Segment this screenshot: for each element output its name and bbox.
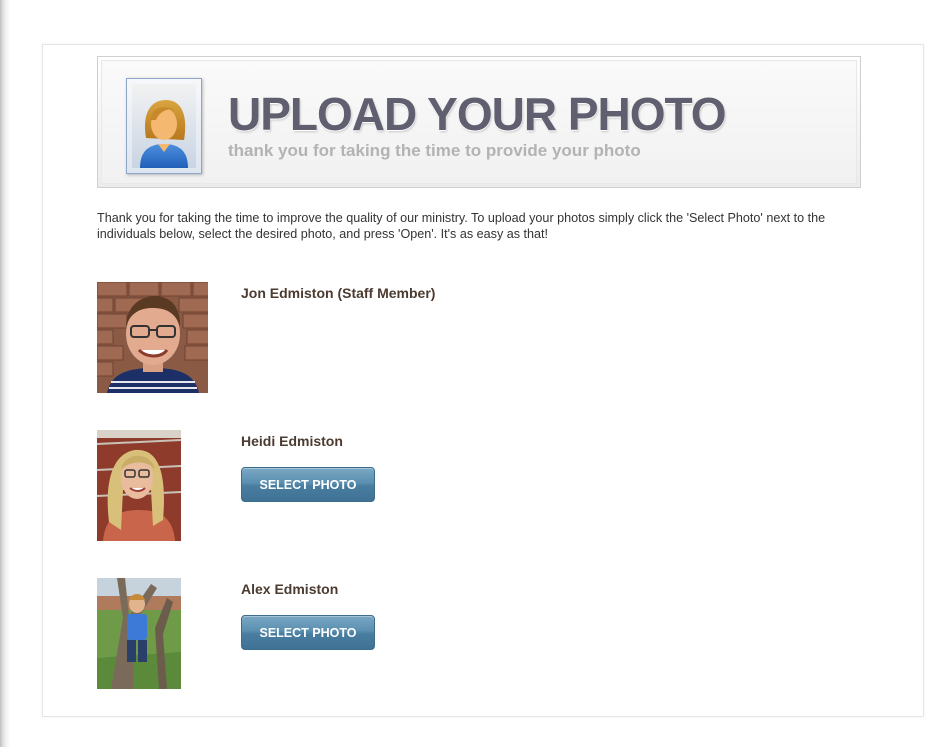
instructions-text: Thank you for taking the time to improve… (97, 211, 826, 241)
banner-subtitle: thank you for taking the time to provide… (228, 141, 641, 160)
person-name: Jon Edmiston (Staff Member) (241, 285, 436, 301)
person-photo-heidi (97, 430, 181, 541)
person-photo-jon (97, 282, 208, 393)
person-name: Alex Edmiston (241, 581, 339, 597)
person-portrait-icon (126, 78, 202, 174)
select-photo-button[interactable]: SELECT PHOTO (241, 615, 375, 650)
upload-banner: UPLOAD YOUR PHOTO thank you for taking t… (97, 56, 861, 188)
banner-inner: UPLOAD YOUR PHOTO thank you for taking t… (101, 60, 857, 184)
person-photo-alex (97, 578, 181, 689)
select-photo-button[interactable]: SELECT PHOTO (241, 467, 375, 502)
window-left-edge (0, 0, 10, 747)
person-name: Heidi Edmiston (241, 433, 343, 449)
banner-title: UPLOAD YOUR PHOTO (228, 88, 727, 140)
